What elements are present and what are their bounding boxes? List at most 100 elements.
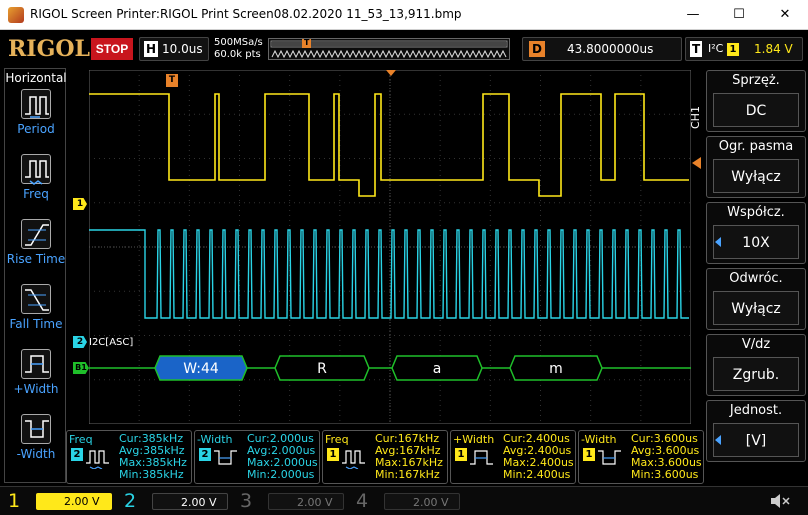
bus1-offset-marker[interactable]: B1 xyxy=(73,362,89,374)
minus-width-icon xyxy=(21,414,51,444)
coupling-button[interactable]: Sprzęż. DC xyxy=(706,70,806,132)
maximize-button[interactable]: ☐ xyxy=(716,0,762,30)
trigger-source-badge: 1 xyxy=(727,43,739,56)
measure-period-button[interactable]: Period xyxy=(5,89,67,136)
period-icon xyxy=(21,89,51,119)
invert-button[interactable]: Odwróc. Wyłącz xyxy=(706,268,806,330)
stat-min: Min:385kHz xyxy=(119,468,184,481)
delay-box[interactable]: D 43.8000000us xyxy=(522,37,682,61)
stat-min: Min:3.600us xyxy=(631,468,699,481)
trigger-label: T xyxy=(690,41,703,57)
measurement-name: -Width xyxy=(197,433,233,446)
measure-minus-width-button[interactable]: -Width xyxy=(5,414,67,461)
decode-frame-text: W:44 xyxy=(183,361,219,377)
measurement-stats: Cur:2.000us Avg:2.000us Max:2.000us Min:… xyxy=(247,433,318,481)
measure-fall-time-button[interactable]: Fall Time xyxy=(5,284,67,331)
bandwidth-limit-button[interactable]: Ogr. pasma Wyłącz xyxy=(706,136,806,198)
period-label: Period xyxy=(17,122,55,136)
memory-trigger-marker: T xyxy=(304,38,310,47)
plus-width-icon xyxy=(470,450,493,465)
scope-status-bar: RIGOL STOP H 10.0us 500MSa/s 60.0k pts T… xyxy=(0,31,808,67)
channel-2-number: 2 xyxy=(124,490,137,512)
channel-3-scale: 2.00 V xyxy=(268,493,344,510)
knob-arrow-icon xyxy=(715,435,721,445)
minus-width-icon xyxy=(214,450,237,465)
unit-button[interactable]: Jednost. [V] xyxy=(706,400,806,462)
coupling-value: DC xyxy=(713,93,799,127)
measurement-minus-width-ch2[interactable]: -Width 2 Cur:2.000us Avg:2.000us Max:2.0… xyxy=(194,430,320,484)
measurement-minus-width-ch1[interactable]: -Width 1 Cur:3.600us Avg:3.600us Max:3.6… xyxy=(578,430,704,484)
plus-width-label: +Width xyxy=(13,382,59,396)
channel-3-number: 3 xyxy=(240,490,253,512)
measurement-freq-ch1[interactable]: Freq 1 Cur:167kHz Avg:167kHz Max:167kHz … xyxy=(322,430,448,484)
fall-time-label: Fall Time xyxy=(9,317,63,331)
timebase-box[interactable]: H 10.0us xyxy=(139,37,209,61)
trigger-box[interactable]: T I²C 1 1.84 V xyxy=(685,37,803,61)
minimize-button[interactable]: — xyxy=(670,0,716,30)
window-title-bar: RIGOL Screen Printer:RIGOL Print Screen0… xyxy=(0,0,808,30)
trigger-protocol: I²C xyxy=(708,42,724,55)
measurement-channel-badge: 1 xyxy=(583,448,595,461)
probe-ratio-value: 10X xyxy=(713,225,799,259)
delay-label: D xyxy=(529,41,545,57)
measurement-name: Freq xyxy=(69,433,93,446)
measurement-name: -Width xyxy=(581,433,617,446)
probe-ratio-label: Współcz. xyxy=(727,205,785,220)
decode-frame-text: m xyxy=(549,361,563,377)
measurement-channel-badge: 1 xyxy=(455,448,467,461)
run-state-badge[interactable]: STOP xyxy=(91,38,133,60)
measure-freq-button[interactable]: Freq xyxy=(5,154,67,201)
channel-settings-menu: Sprzęż. DC Ogr. pasma Wyłącz Współcz. 10… xyxy=(706,68,806,466)
measurement-stats: Cur:167kHz Avg:167kHz Max:167kHz Min:167… xyxy=(375,433,443,481)
trigger-level-marker[interactable] xyxy=(692,157,701,169)
coupling-label: Sprzęż. xyxy=(732,73,780,88)
decode-frame-text: a xyxy=(433,361,442,377)
acquisition-info: 500MSa/s 60.0k pts xyxy=(214,37,263,61)
horizontal-measure-menu: Horizontal Period Freq Rise Time Fall Ti… xyxy=(4,68,67,483)
channel-4-scale: 2.00 V xyxy=(384,493,460,510)
channel-4-number: 4 xyxy=(356,490,369,512)
measurement-stats: Cur:385kHz Avg:385kHz Max:385kHz Min:385… xyxy=(119,433,187,481)
invert-value: Wyłącz xyxy=(713,291,799,325)
measurement-freq-ch2[interactable]: Freq 2 Cur:385kHz Avg:385kHz Max:385kHz … xyxy=(66,430,192,484)
decode-frame-text: R xyxy=(317,361,327,377)
memory-depth: 60.0k pts xyxy=(214,49,261,60)
stat-min: Min:2.400us xyxy=(503,468,571,481)
channel-2-button[interactable]: 2 2.00 V xyxy=(120,489,232,514)
memory-overview: T xyxy=(268,38,510,60)
waveform-display[interactable]: W:44 Ra m xyxy=(89,70,691,424)
freq-label: Freq xyxy=(23,187,49,201)
unit-value: [V] xyxy=(713,423,799,457)
sample-rate: 500MSa/s xyxy=(214,37,263,48)
volts-div-button[interactable]: V/dz Zgrub. xyxy=(706,334,806,396)
fall-time-icon xyxy=(21,284,51,314)
rise-time-icon xyxy=(21,219,51,249)
channel-3-button[interactable]: 3 2.00 V xyxy=(236,489,348,514)
measurement-name: Freq xyxy=(325,433,349,446)
trigger-level: 1.84 V xyxy=(754,42,793,56)
stat-min: Min:2.000us xyxy=(247,468,315,481)
decode-label: I2C[ASC] xyxy=(89,337,134,348)
plus-width-icon xyxy=(21,349,51,379)
measurement-plus-width-ch1[interactable]: +Width 1 Cur:2.400us Avg:2.400us Max:2.4… xyxy=(450,430,576,484)
speaker-icon[interactable] xyxy=(770,493,790,509)
invert-label: Odwróc. xyxy=(729,271,783,286)
probe-ratio-button[interactable]: Współcz. 10X xyxy=(706,202,806,264)
volts-div-label: V/dz xyxy=(741,337,771,352)
ch2-offset-marker[interactable]: 2 xyxy=(73,336,87,348)
ch2-waveform xyxy=(89,229,689,319)
channel-4-button[interactable]: 4 2.00 V xyxy=(352,489,464,514)
center-time-marker xyxy=(386,70,396,76)
trigger-position-marker[interactable]: T xyxy=(166,74,178,87)
app-icon xyxy=(8,7,24,23)
ch1-offset-marker[interactable]: 1 xyxy=(73,198,87,210)
channel-2-scale: 2.00 V xyxy=(152,493,228,510)
measure-plus-width-button[interactable]: +Width xyxy=(5,349,67,396)
bandwidth-limit-label: Ogr. pasma xyxy=(718,139,794,154)
minus-width-label: -Width xyxy=(16,447,56,461)
channel-1-button[interactable]: 1 2.00 V xyxy=(4,489,116,514)
measure-rise-time-button[interactable]: Rise Time xyxy=(5,219,67,266)
knob-arrow-icon xyxy=(715,237,721,247)
close-button[interactable]: ✕ xyxy=(762,0,808,30)
measurement-channel-badge: 2 xyxy=(71,448,83,461)
